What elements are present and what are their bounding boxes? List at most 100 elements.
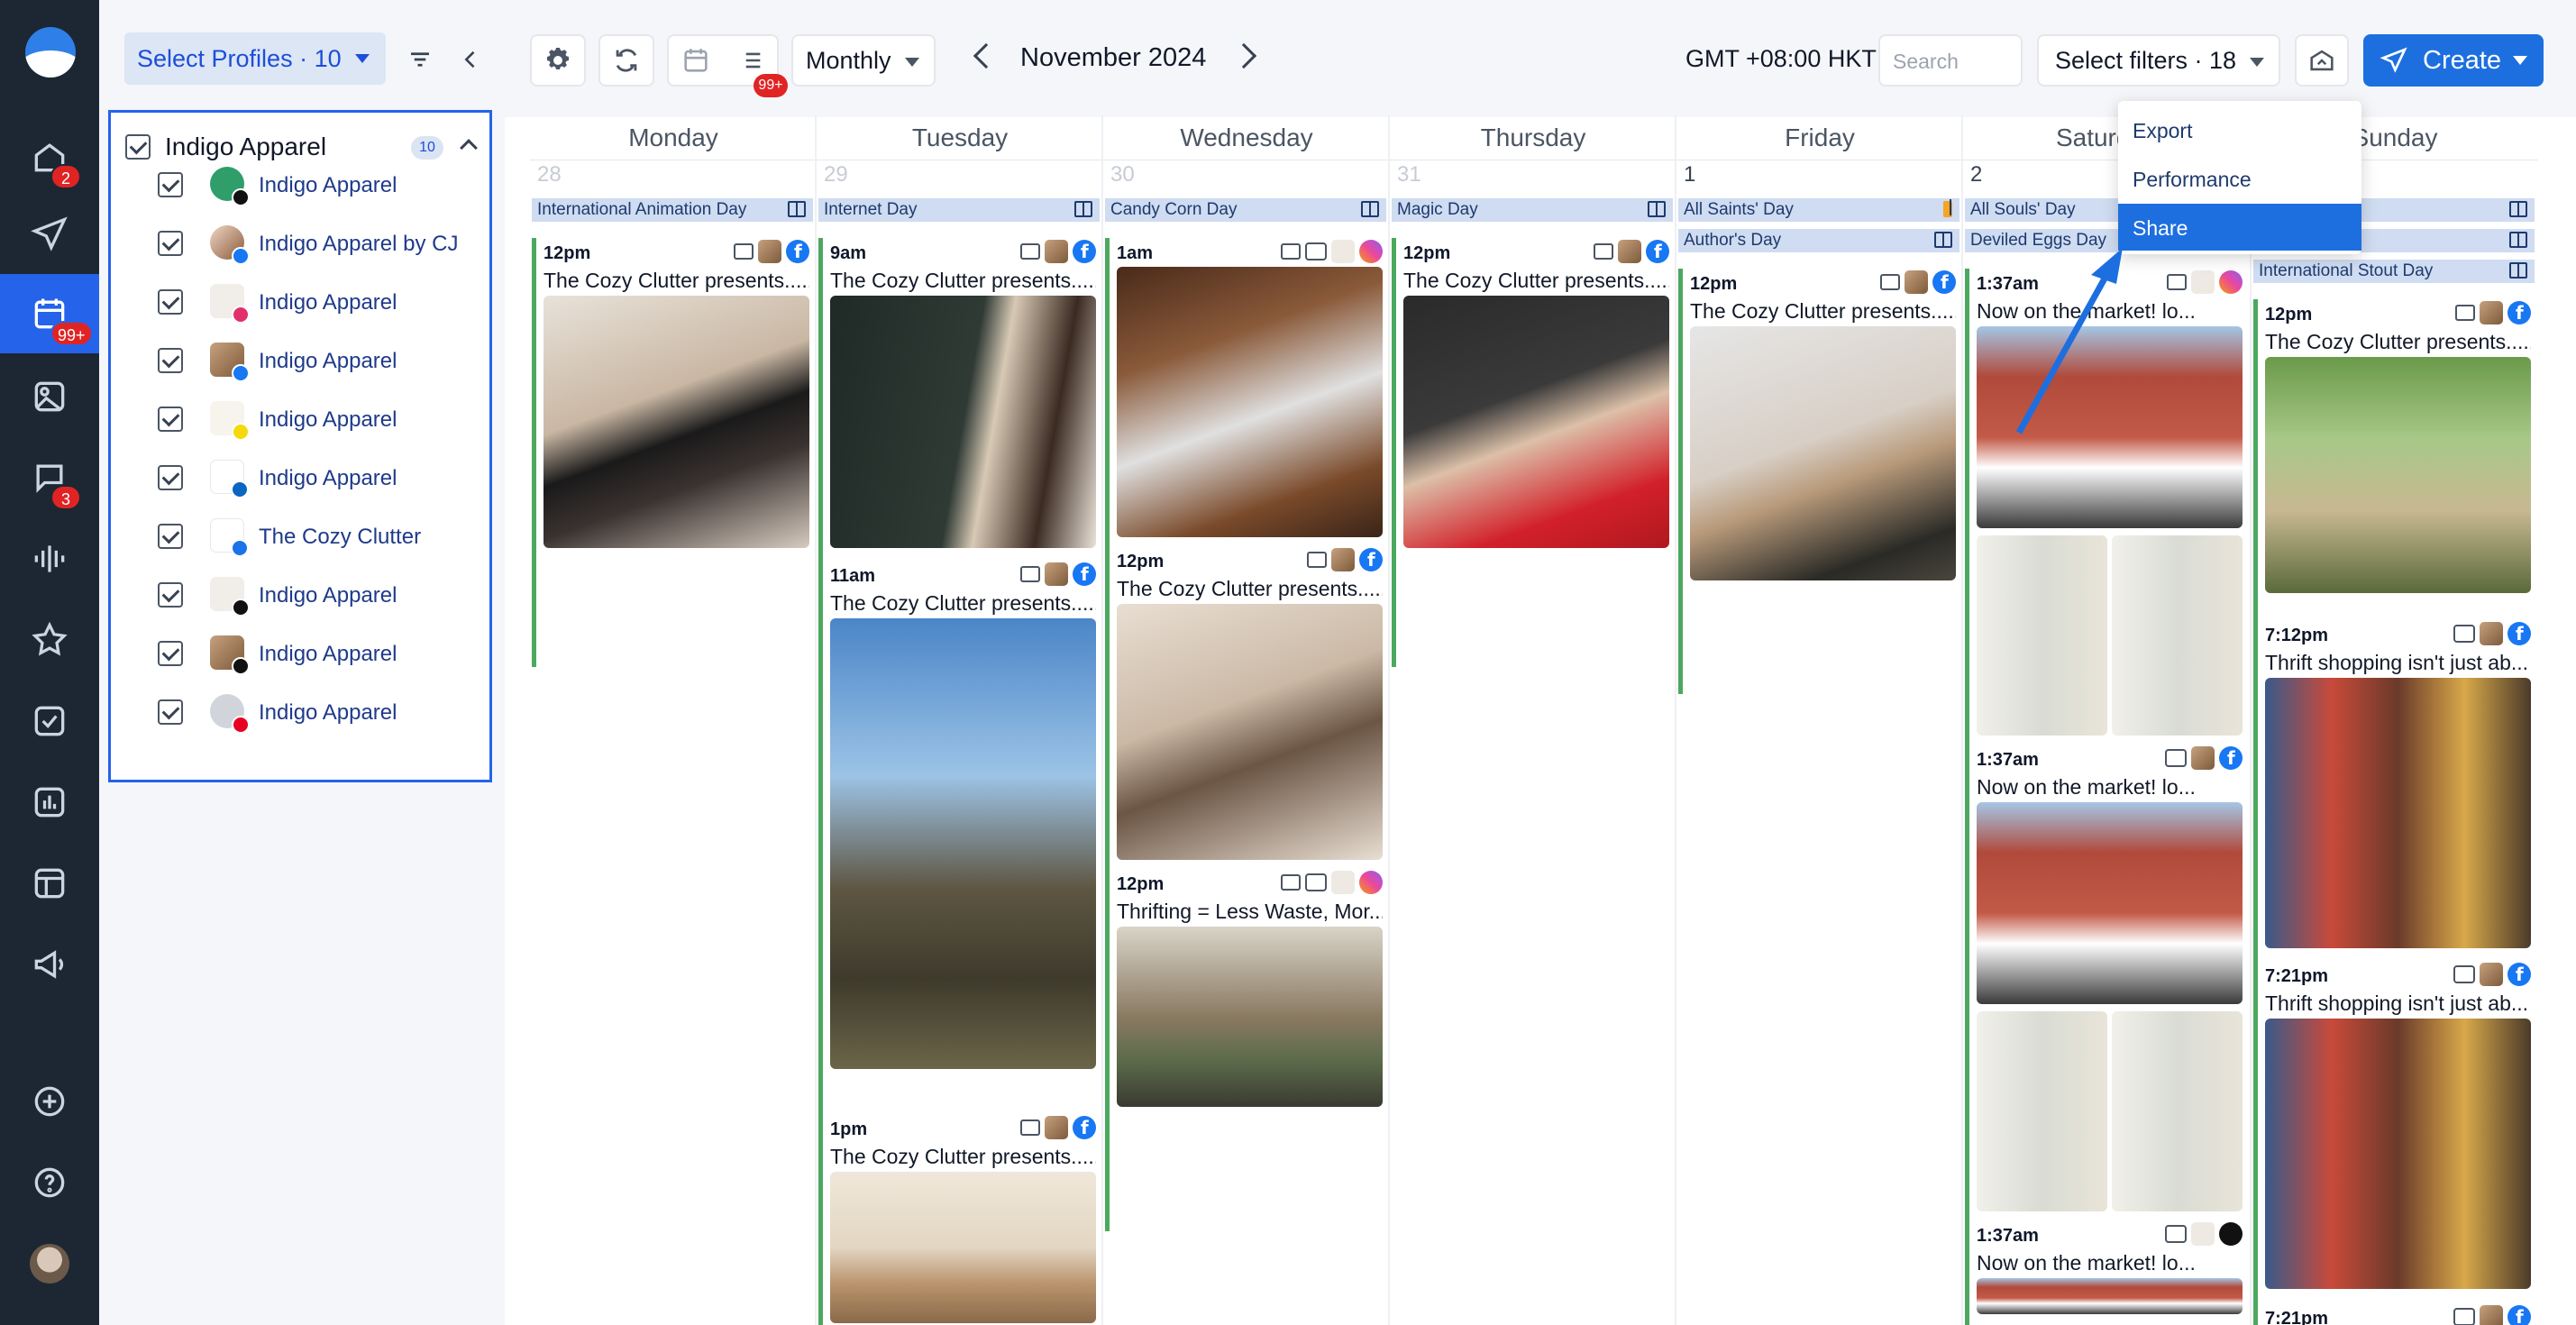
profile-row[interactable]: Indigo Apparel bbox=[111, 156, 489, 214]
scheduled-post[interactable]: 1:37am Now on the market! lo... bbox=[1965, 1220, 2246, 1325]
post-image[interactable] bbox=[1690, 326, 1956, 580]
scheduled-post[interactable]: 7:21pm bbox=[2253, 1303, 2535, 1325]
holiday-label[interactable]: Internet Day bbox=[818, 198, 1100, 222]
threads-network-icon bbox=[232, 599, 250, 617]
settings-button[interactable] bbox=[530, 34, 586, 87]
waveform-icon bbox=[34, 545, 65, 572]
profile-checkbox[interactable] bbox=[158, 641, 183, 666]
listening-nav[interactable] bbox=[0, 519, 99, 599]
date-number[interactable]: 1 bbox=[1684, 162, 1695, 187]
post-image[interactable] bbox=[1403, 296, 1669, 548]
scheduled-post[interactable]: 12pm Thrifting = Less Waste, Mor... bbox=[1105, 869, 1386, 1231]
select-filters-button[interactable]: Select filters · 18 bbox=[2037, 34, 2280, 87]
profile-checkbox[interactable] bbox=[158, 582, 183, 608]
app-logo[interactable] bbox=[25, 27, 76, 78]
post-image[interactable] bbox=[1977, 1278, 2243, 1314]
date-number[interactable]: 29 bbox=[824, 162, 848, 187]
post-image[interactable] bbox=[2265, 357, 2531, 593]
post-image[interactable] bbox=[2112, 1011, 2243, 1211]
publish-nav[interactable] bbox=[0, 195, 99, 274]
search-input[interactable]: Search bbox=[1878, 34, 2023, 87]
post-image[interactable] bbox=[1117, 927, 1383, 1107]
scheduled-post[interactable]: 1pm The Cozy Clutter presents...... bbox=[818, 1114, 1100, 1325]
camera-icon bbox=[1305, 873, 1327, 891]
help-nav[interactable] bbox=[0, 1143, 99, 1222]
timezone-label[interactable]: GMT +08:00 HKT bbox=[1685, 45, 1877, 73]
menu-item-export[interactable]: Export bbox=[2118, 106, 2361, 153]
post-image[interactable] bbox=[2112, 535, 2243, 736]
post-image[interactable] bbox=[830, 296, 1096, 548]
list-view-icon[interactable]: 99+ bbox=[723, 45, 788, 97]
post-image[interactable] bbox=[544, 296, 809, 548]
post-image[interactable] bbox=[2265, 678, 2531, 948]
select-profiles-button[interactable]: Select Profiles · 10 bbox=[124, 32, 386, 85]
date-number[interactable]: 2 bbox=[1970, 162, 1982, 187]
profile-checkbox[interactable] bbox=[158, 231, 183, 256]
view-mode-select[interactable]: Monthly bbox=[791, 34, 936, 87]
profile-checkbox[interactable] bbox=[158, 524, 183, 549]
filter-icon[interactable] bbox=[402, 41, 438, 78]
chevron-up-icon[interactable] bbox=[460, 139, 478, 157]
profile-row[interactable]: Indigo Apparel bbox=[111, 683, 489, 741]
profile-row[interactable]: The Cozy Clutter bbox=[111, 507, 489, 565]
create-button[interactable]: Create bbox=[2363, 34, 2544, 87]
post-image[interactable] bbox=[1117, 604, 1383, 860]
media-nav[interactable] bbox=[0, 357, 99, 436]
post-image[interactable] bbox=[1977, 802, 2243, 1004]
date-number[interactable]: 30 bbox=[1110, 162, 1135, 187]
share-export-button[interactable] bbox=[2295, 34, 2349, 87]
calendar-view-icon[interactable] bbox=[669, 45, 723, 76]
view-toggle[interactable]: 99+ bbox=[667, 34, 788, 97]
date-number[interactable]: 28 bbox=[537, 162, 562, 187]
profile-checkbox[interactable] bbox=[158, 172, 183, 197]
profile-checkbox[interactable] bbox=[158, 699, 183, 725]
campaigns-nav[interactable] bbox=[0, 925, 99, 1004]
post-image[interactable] bbox=[2265, 1019, 2531, 1289]
profile-row[interactable]: Indigo Apparel bbox=[111, 449, 489, 507]
profile-row[interactable]: Indigo Apparel bbox=[111, 332, 489, 389]
user-avatar[interactable] bbox=[30, 1244, 69, 1284]
profile-checkbox[interactable] bbox=[158, 407, 183, 432]
tasks-nav[interactable] bbox=[0, 681, 99, 761]
profile-row[interactable]: Indigo Apparel bbox=[111, 390, 489, 448]
scheduled-post[interactable]: 12pm The Cozy Clutter presents...... bbox=[1678, 269, 1959, 694]
day-header: Monday bbox=[530, 115, 817, 160]
add-nav[interactable] bbox=[0, 1062, 99, 1141]
profile-checkbox[interactable] bbox=[158, 289, 183, 315]
home-nav[interactable]: 2 bbox=[0, 117, 99, 196]
inbox-nav[interactable]: 3 bbox=[0, 438, 99, 517]
holiday-label[interactable]: Author's Day bbox=[1678, 229, 1959, 252]
menu-item-performance[interactable]: Performance bbox=[2118, 155, 2361, 202]
post-image[interactable] bbox=[830, 618, 1096, 1069]
scheduled-post[interactable]: 12pm The Cozy Clutter presents...... bbox=[532, 238, 813, 667]
scheduled-post[interactable]: 7:21pm Thrift shopping isn't just ab... bbox=[2253, 961, 2535, 1325]
calendar-nav[interactable]: 99+ bbox=[0, 274, 99, 353]
scheduled-post[interactable]: 12pm The Cozy Clutter presents...... bbox=[1392, 238, 1673, 667]
profile-checkbox[interactable] bbox=[158, 465, 183, 490]
holiday-label[interactable]: Candy Corn Day bbox=[1105, 198, 1386, 222]
profile-row[interactable]: Indigo Apparel bbox=[111, 566, 489, 624]
holiday-label[interactable]: All Saints' Day bbox=[1678, 198, 1959, 222]
profile-checkbox[interactable] bbox=[158, 348, 183, 373]
prev-month-icon[interactable] bbox=[973, 42, 1000, 69]
profile-row[interactable]: Indigo Apparel bbox=[111, 625, 489, 682]
facebook-icon bbox=[1073, 1116, 1096, 1139]
holiday-text: All Souls' Day bbox=[1970, 200, 2076, 219]
holiday-label[interactable]: International Stout Day bbox=[2253, 260, 2535, 283]
templates-nav[interactable] bbox=[0, 844, 99, 923]
profile-row[interactable]: Indigo Apparel by CJ bbox=[111, 215, 489, 272]
analytics-nav[interactable] bbox=[0, 763, 99, 842]
post-image[interactable] bbox=[1977, 535, 2107, 736]
holiday-label[interactable]: Magic Day bbox=[1392, 198, 1673, 222]
profile-row[interactable]: Indigo Apparel bbox=[111, 273, 489, 331]
date-number[interactable]: 31 bbox=[1397, 162, 1421, 187]
collapse-panel-icon[interactable] bbox=[452, 41, 489, 78]
post-image[interactable] bbox=[1117, 267, 1383, 537]
post-image[interactable] bbox=[830, 1172, 1096, 1323]
menu-item-share[interactable]: Share bbox=[2118, 204, 2361, 251]
reviews-nav[interactable] bbox=[0, 600, 99, 680]
holiday-label[interactable]: International Animation Day bbox=[532, 198, 813, 222]
post-image[interactable] bbox=[1977, 1011, 2107, 1211]
next-month-icon[interactable] bbox=[1230, 42, 1257, 69]
refresh-button[interactable] bbox=[598, 34, 654, 87]
